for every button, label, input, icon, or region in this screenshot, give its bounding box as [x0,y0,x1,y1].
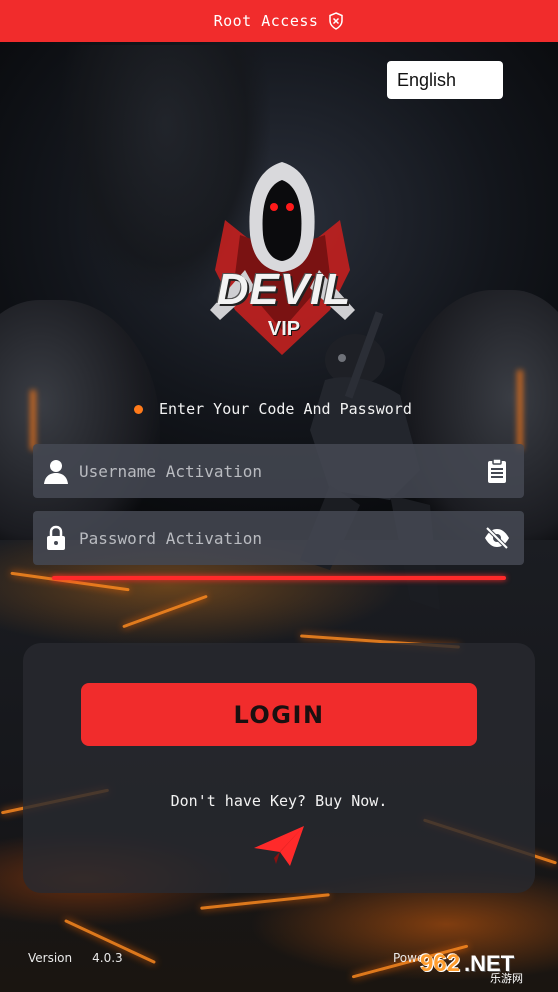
paper-plane-icon[interactable] [252,824,306,868]
watermark-cn: 乐游网 [490,972,523,985]
password-input[interactable] [79,511,470,565]
hint-dot-icon [134,404,143,414]
status-bar: Root Access [0,0,558,42]
version-number: 4.0.3 [92,951,123,965]
status-bar-title: Root Access [213,12,319,30]
version-info: Version 4.0.3 [28,951,123,965]
divider-line [52,576,506,580]
version-label: Version [28,951,73,965]
shield-x-icon [329,12,344,30]
lock-icon [33,525,79,551]
buy-key-link[interactable]: Don't have Key? Buy Now. [0,792,558,810]
hint-text: Enter Your Code And Password [159,400,412,418]
user-icon [33,457,79,485]
login-button[interactable]: LOGIN [81,683,477,746]
username-field[interactable] [33,444,524,498]
password-field[interactable] [33,511,524,565]
lava-glow-left [30,390,36,450]
devil-vip-logo: DEVIL VIP [195,160,370,375]
logo-wordmark: DEVIL [216,265,352,314]
site-watermark: 962 .NET 乐游网 [420,942,554,986]
eye-off-icon[interactable] [470,527,524,549]
clipboard-icon[interactable] [470,458,524,484]
lava-glow-right [517,370,523,450]
logo-sub: VIP [267,318,301,340]
login-hint: Enter Your Code And Password [134,400,412,418]
language-select-value: English [397,69,457,90]
watermark-digits: 962 [420,950,461,977]
username-input[interactable] [79,444,470,498]
language-select[interactable]: English [387,61,503,99]
